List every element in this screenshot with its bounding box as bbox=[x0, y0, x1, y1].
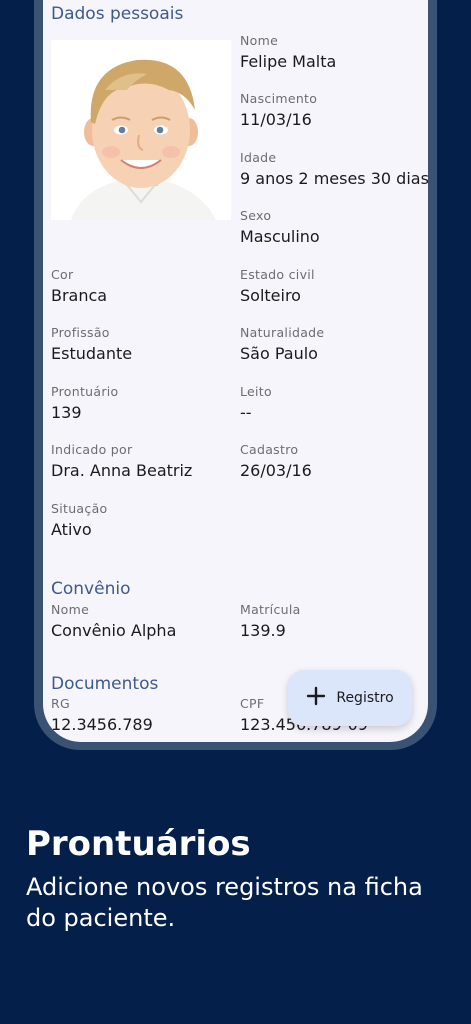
status-value: Ativo bbox=[51, 520, 92, 539]
field-label: RG bbox=[51, 696, 70, 711]
field-prontuario: Prontuário 139 bbox=[51, 384, 119, 423]
record-number: 139 bbox=[51, 403, 82, 422]
add-record-label: Registro bbox=[336, 690, 394, 706]
marital-status-value: Solteiro bbox=[240, 286, 301, 305]
patient-record-screen: Dados pessoais Nome Felipe Malta Nascime… bbox=[43, 0, 428, 742]
field-estado-civil: Estado civil Solteiro bbox=[240, 267, 315, 306]
plus-icon bbox=[306, 685, 326, 711]
field-label: Situação bbox=[51, 501, 108, 516]
field-cadastro: Cadastro 26/03/16 bbox=[240, 442, 312, 481]
field-naturalidade: Naturalidade São Paulo bbox=[240, 325, 324, 364]
add-record-button[interactable]: Registro bbox=[288, 670, 412, 726]
field-label: Nome bbox=[51, 602, 90, 617]
field-label: Leito bbox=[240, 384, 272, 399]
color-value: Branca bbox=[51, 286, 108, 305]
field-label: Nome bbox=[240, 33, 279, 48]
field-label: Naturalidade bbox=[240, 325, 325, 340]
section-title-personal: Dados pessoais bbox=[51, 4, 184, 24]
field-nome: Nome Felipe Malta bbox=[240, 33, 336, 72]
field-rg: RG 12.3456.789 bbox=[51, 696, 153, 735]
age-value: 9 anos 2 meses 30 dias bbox=[240, 169, 428, 188]
birth-date: 11/03/16 bbox=[240, 110, 312, 129]
birthplace-value: São Paulo bbox=[240, 344, 318, 363]
insurance-name: Convênio Alpha bbox=[51, 621, 177, 640]
field-label: Prontuário bbox=[51, 384, 119, 399]
sex-value: Masculino bbox=[240, 227, 320, 246]
registration-date: 26/03/16 bbox=[240, 461, 312, 480]
field-matricula: Matrícula 139.9 bbox=[240, 602, 301, 641]
field-indicado-por: Indicado por Dra. Anna Beatriz bbox=[51, 442, 192, 481]
field-label: Cor bbox=[51, 267, 74, 282]
field-label: Indicado por bbox=[51, 442, 133, 457]
rg-value: 12.3456.789 bbox=[51, 715, 153, 734]
field-label: Nascimento bbox=[240, 91, 318, 106]
field-convenio-nome: Nome Convênio Alpha bbox=[51, 602, 176, 641]
field-leito: Leito -- bbox=[240, 384, 272, 423]
promo-subtitle: Adicione novos registros na ficha do pac… bbox=[26, 873, 423, 932]
patient-name: Felipe Malta bbox=[240, 52, 337, 71]
field-label: Estado civil bbox=[240, 267, 315, 282]
insurance-id: 139.9 bbox=[240, 621, 286, 640]
field-situacao: Situação Ativo bbox=[51, 501, 107, 540]
referred-by-value: Dra. Anna Beatriz bbox=[51, 461, 193, 480]
bed-value: -- bbox=[240, 403, 252, 422]
field-label: Cadastro bbox=[240, 442, 299, 457]
section-title-documentos: Documentos bbox=[51, 674, 159, 694]
field-label: Profissão bbox=[51, 325, 110, 340]
patient-photo bbox=[51, 40, 231, 220]
child-portrait-image bbox=[71, 59, 216, 220]
field-cor: Cor Branca bbox=[51, 267, 107, 306]
field-idade: Idade 9 anos 2 meses 30 dias bbox=[240, 150, 428, 189]
field-sexo: Sexo Masculino bbox=[240, 208, 320, 247]
field-label: Matrícula bbox=[240, 602, 301, 617]
field-label: Sexo bbox=[240, 208, 272, 223]
promo-title: Prontuários bbox=[26, 824, 251, 864]
section-title-convenio: Convênio bbox=[51, 579, 131, 599]
field-nascimento: Nascimento 11/03/16 bbox=[240, 91, 317, 130]
profession-value: Estudante bbox=[51, 344, 133, 363]
field-profissao: Profissão Estudante bbox=[51, 325, 132, 364]
field-label: Idade bbox=[240, 150, 277, 165]
